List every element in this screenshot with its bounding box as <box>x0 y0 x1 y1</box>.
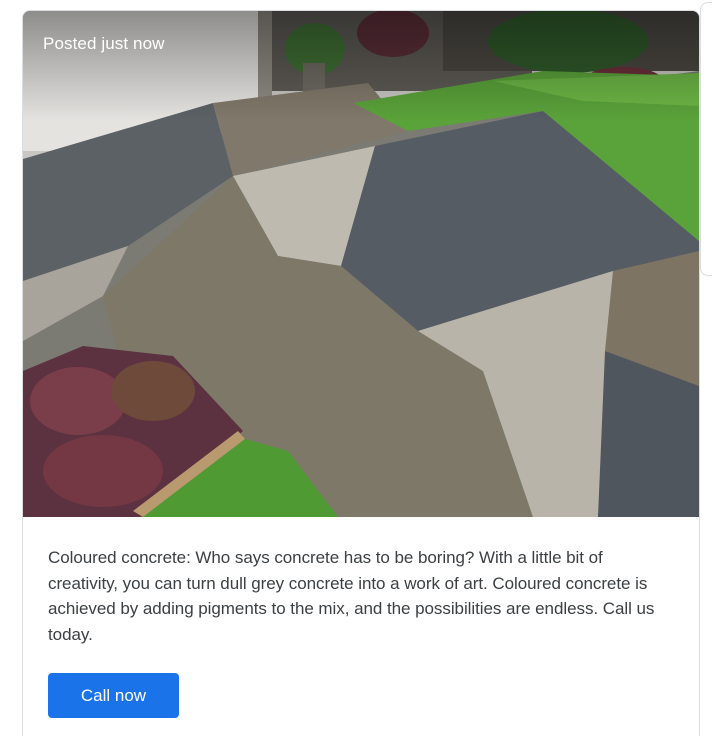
post-photo[interactable]: Posted just now <box>23 11 699 517</box>
red-shrub <box>357 11 429 57</box>
post-description: Coloured concrete: Who says concrete has… <box>48 548 655 644</box>
garden-bed-back <box>488 11 648 73</box>
post-body: Coloured concrete: Who says concrete has… <box>23 517 699 718</box>
adjacent-post-card-edge <box>700 2 712 276</box>
post-card: Posted just now Coloured concrete: Who s… <box>22 10 700 736</box>
page: Posted just now Coloured concrete: Who s… <box>0 0 712 736</box>
garage-pillar <box>258 11 272 106</box>
call-now-button[interactable]: Call now <box>48 673 179 718</box>
red-plant-2 <box>111 361 195 421</box>
red-plant-1 <box>30 367 126 435</box>
red-plant-3 <box>43 435 163 507</box>
concrete-driveway-illustration <box>23 11 699 517</box>
post-timestamp: Posted just now <box>43 34 165 53</box>
